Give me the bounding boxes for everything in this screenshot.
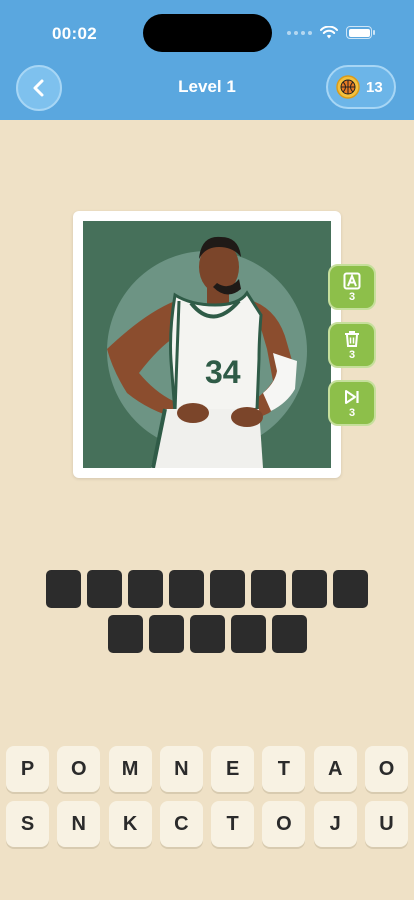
reveal-letter-button[interactable]: 3 — [328, 264, 376, 310]
hint-count: 3 — [348, 290, 356, 303]
letter-key[interactable]: A — [313, 746, 357, 792]
letter-key[interactable]: P — [6, 746, 49, 792]
letter-row-1: P O M N E T A O — [6, 746, 408, 792]
letter-key[interactable]: S — [6, 801, 49, 847]
trash-icon — [345, 330, 359, 347]
answer-slot[interactable] — [148, 615, 184, 653]
puzzle-image: 34 — [73, 211, 341, 478]
letter-key[interactable]: T — [211, 801, 255, 847]
letter-key[interactable]: O — [364, 746, 408, 792]
answer-slot[interactable] — [251, 570, 286, 608]
letter-key[interactable]: U — [364, 801, 408, 847]
letter-key[interactable]: K — [108, 801, 152, 847]
hint-count: 3 — [348, 406, 356, 419]
remove-letters-button[interactable]: 3 — [328, 322, 376, 368]
coin-counter[interactable]: 13 — [326, 65, 396, 109]
letter-key[interactable]: E — [211, 746, 255, 792]
letter-row-2: S N K C T O J U — [6, 801, 408, 847]
answer-row-2 — [0, 615, 414, 653]
jersey-number: 34 — [205, 354, 241, 390]
letter-key[interactable]: C — [159, 801, 203, 847]
letter-key[interactable]: J — [313, 801, 357, 847]
dynamic-island — [143, 14, 272, 52]
answer-row-1 — [0, 570, 414, 608]
answer-slot[interactable] — [271, 615, 307, 653]
answer-slot[interactable] — [169, 570, 204, 608]
status-icons — [287, 26, 375, 39]
answer-slot[interactable] — [230, 615, 266, 653]
letter-key[interactable]: T — [262, 746, 306, 792]
top-bar: 00:02 Level 1 13 — [0, 0, 414, 120]
letter-key[interactable]: N — [57, 801, 101, 847]
hint-count: 3 — [348, 348, 356, 361]
letter-key[interactable]: O — [57, 746, 101, 792]
skip-icon — [345, 389, 359, 404]
wifi-icon — [320, 26, 338, 39]
answer-slot[interactable] — [189, 615, 225, 653]
status-time: 00:02 — [52, 24, 97, 43]
letter-key[interactable]: M — [108, 746, 152, 792]
letter-key[interactable]: O — [262, 801, 306, 847]
skip-level-button[interactable]: 3 — [328, 380, 376, 426]
cellular-icon — [287, 30, 312, 35]
letter-key[interactable]: N — [159, 746, 203, 792]
answer-slot[interactable] — [333, 570, 368, 608]
answer-slot[interactable] — [107, 615, 143, 653]
answer-slot[interactable] — [46, 570, 81, 608]
basketball-coin-icon — [336, 75, 360, 99]
answer-slot[interactable] — [292, 570, 327, 608]
answer-slot[interactable] — [210, 570, 245, 608]
answer-slot[interactable] — [128, 570, 163, 608]
answer-slot[interactable] — [87, 570, 122, 608]
coin-count: 13 — [366, 78, 383, 96]
battery-icon — [346, 26, 375, 39]
player-illustration: 34 — [83, 221, 331, 468]
letter-a-icon — [343, 272, 361, 289]
